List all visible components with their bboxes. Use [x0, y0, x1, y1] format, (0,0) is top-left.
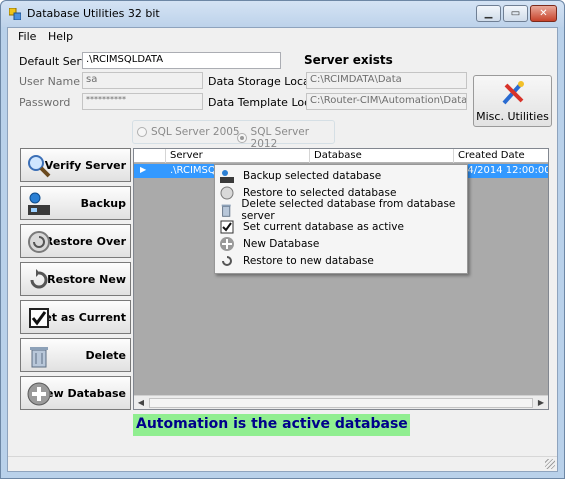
backup-button[interactable]: Backup	[20, 186, 131, 220]
server-status: Server exists	[304, 53, 393, 67]
restore-icon	[28, 231, 50, 253]
trash-icon	[30, 347, 48, 368]
context-item-label: Restore to new database	[243, 254, 374, 267]
context-menu: Backup selected database Restore to sele…	[214, 164, 468, 274]
restore-new-label: Restore New	[47, 272, 126, 286]
active-database-status: Automation is the active database	[133, 414, 410, 436]
checkbox-icon	[29, 308, 49, 328]
context-item-delete[interactable]: Delete selected database from database s…	[217, 198, 467, 222]
backup-icon	[220, 169, 234, 183]
user-name-label: User Name	[19, 75, 81, 88]
row-selector-arrow-icon: ▶	[140, 165, 147, 174]
context-item-backup[interactable]: Backup selected database	[217, 167, 467, 184]
restore-new-button[interactable]: Restore New	[20, 262, 131, 296]
context-item-label: Backup selected database	[243, 169, 382, 182]
column-header-created[interactable]: Created Date	[454, 149, 548, 163]
delete-label: Delete	[85, 348, 126, 362]
radio-dot	[137, 127, 147, 137]
app-icon	[9, 8, 21, 20]
column-header-server[interactable]: Server	[166, 149, 310, 163]
column-header-database[interactable]: Database	[310, 149, 454, 163]
grid-header: Server Database Created Date	[134, 149, 548, 163]
resize-grip-icon[interactable]	[545, 459, 555, 469]
data-storage-field[interactable]: C:\RCIMDATA\Data	[306, 72, 467, 89]
close-icon: ✕	[539, 8, 548, 19]
plus-icon	[220, 236, 234, 251]
verify-server-button[interactable]: Verify Server	[20, 148, 131, 182]
minimize-icon: ▁	[484, 8, 493, 19]
restore-icon	[220, 186, 234, 199]
verify-server-label: Verify Server	[44, 158, 126, 172]
minimize-button[interactable]: ▁	[476, 5, 501, 22]
restore-new-icon	[30, 269, 48, 289]
password-label: Password	[19, 96, 71, 109]
plus-icon	[27, 382, 51, 406]
backup-icon	[28, 192, 50, 215]
trash-icon	[221, 204, 231, 217]
restore-over-button[interactable]: Restore Over	[20, 224, 131, 258]
radio-sql-2005[interactable]: SQL Server 2005	[137, 126, 240, 138]
misc-utilities-button[interactable]: Misc. Utilities	[473, 75, 552, 127]
menu-bar: File Help	[8, 28, 557, 45]
row-header-corner	[134, 149, 166, 163]
context-item-set-active[interactable]: Set current database as active	[217, 218, 467, 235]
checkmark-icon	[220, 220, 234, 233]
restore-new-icon	[222, 255, 232, 266]
context-item-label: Set current database as active	[243, 220, 404, 233]
radio-label: SQL Server 2012	[250, 126, 310, 150]
maximize-button[interactable]: ▭	[503, 5, 528, 22]
radio-dot-selected	[237, 133, 247, 143]
title-bar[interactable]: Database Utilities 32 bit ▁ ▭ ✕	[1, 1, 564, 27]
maximize-icon: ▭	[510, 8, 521, 19]
context-item-restore-new[interactable]: Restore to new database	[217, 252, 467, 269]
delete-button[interactable]: Delete	[20, 338, 131, 372]
menu-file[interactable]: File	[14, 29, 40, 44]
horizontal-scrollbar[interactable]: ◀ ▶	[134, 395, 548, 409]
cell-created[interactable]: /4/2014 12:00:00 AM	[460, 164, 548, 178]
restore-over-label: Restore Over	[44, 234, 126, 248]
user-name-field[interactable]: sa	[82, 72, 203, 89]
status-bar	[8, 456, 557, 471]
password-field[interactable]: **********	[82, 93, 203, 110]
set-as-current-button[interactable]: Set as Current	[20, 300, 131, 334]
sql-version-group: SQL Server 2005 SQL Server 2012	[132, 120, 335, 150]
scroll-left-icon[interactable]: ◀	[135, 397, 147, 409]
client-area: File Help Default Server .\RCIMSQLDATA S…	[7, 27, 558, 472]
data-template-field[interactable]: C:\Router-CIM\Automation\Database\Ba	[306, 93, 467, 110]
scroll-right-icon[interactable]: ▶	[535, 397, 547, 409]
new-database-button[interactable]: New Database	[20, 376, 131, 410]
tools-icon	[502, 81, 524, 105]
close-button[interactable]: ✕	[530, 5, 557, 22]
context-item-new-database[interactable]: New Database	[217, 235, 467, 252]
radio-sql-2012[interactable]: SQL Server 2012	[237, 126, 334, 150]
backup-label: Backup	[80, 196, 126, 210]
window-title: Database Utilities 32 bit	[27, 7, 160, 20]
magnifier-icon	[28, 155, 51, 178]
context-item-label: New Database	[243, 237, 320, 250]
scroll-thumb[interactable]	[149, 398, 533, 408]
menu-help[interactable]: Help	[44, 29, 77, 44]
default-server-input[interactable]: .\RCIMSQLDATA	[82, 52, 281, 69]
misc-utilities-label: Misc. Utilities	[476, 110, 549, 123]
radio-label: SQL Server 2005	[151, 126, 240, 138]
app-window: Database Utilities 32 bit ▁ ▭ ✕ File Hel…	[0, 0, 565, 479]
